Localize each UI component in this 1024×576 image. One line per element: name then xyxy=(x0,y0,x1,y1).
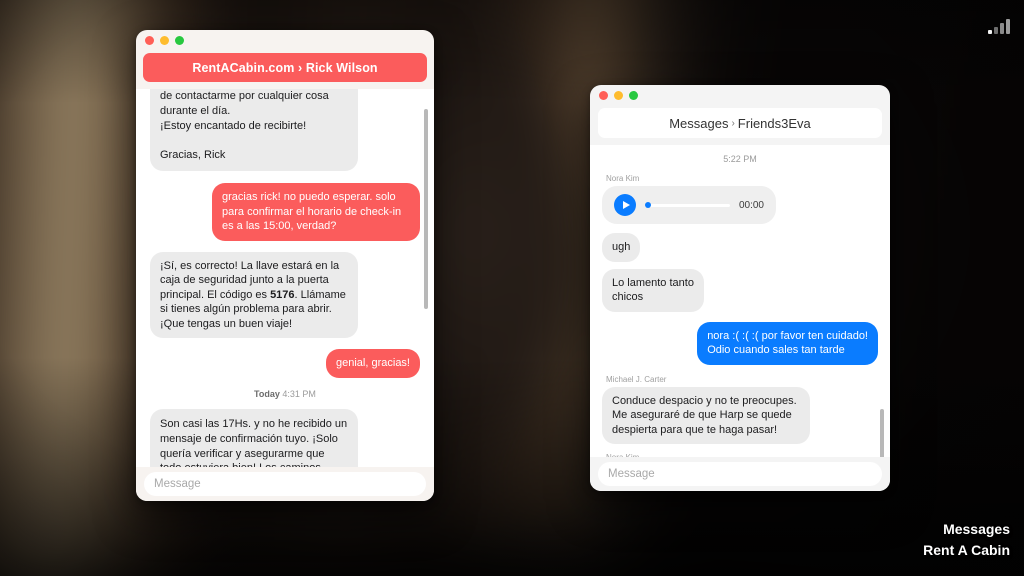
timestamp-time: 4:31 PM xyxy=(282,388,316,399)
audio-message-bubble[interactable]: 00:00 xyxy=(602,186,776,224)
play-icon[interactable] xyxy=(614,194,636,216)
conversation-header-rentacabin[interactable]: RentACabin.com › Rick Wilson xyxy=(143,53,427,82)
message-bubble-incoming: ¡Sí, es correcto! La llave estará en la … xyxy=(150,251,358,339)
signal-bar-1 xyxy=(994,27,998,34)
titlebar-friends3eva[interactable] xyxy=(590,85,890,106)
signal-bar-2 xyxy=(1000,23,1004,34)
header-thread-name: Friends3Eva xyxy=(737,115,811,131)
signal-bar-3 xyxy=(1006,19,1010,34)
message-bubble-incoming: Conduce despacio y no te preocupes. Me a… xyxy=(602,386,810,445)
composer-rentacabin[interactable]: Message xyxy=(136,467,434,501)
message-thread-friends3eva[interactable]: 5:22 PM Nora Kim 00:00 ugh Lo lamento ta… xyxy=(590,145,890,457)
message-bubble-incoming-clipped: de contactarme por cualquier cosa durant… xyxy=(150,89,358,172)
audio-progress-slider[interactable] xyxy=(645,202,730,208)
message-scroll-area[interactable]: de contactarme por cualquier cosa durant… xyxy=(136,89,434,467)
message-bubble-incoming: Lo lamento tanto chicos xyxy=(602,268,704,312)
titlebar-rentacabin[interactable] xyxy=(136,30,434,51)
conversation-title: RentACabin.com › Rick Wilson xyxy=(192,60,378,75)
message-bubble-incoming: ugh xyxy=(602,233,641,262)
play-triangle xyxy=(622,201,630,209)
sender-name: Michael J. Carter xyxy=(606,374,667,384)
message-code-value: 5176 xyxy=(270,288,295,301)
composer-friends3eva[interactable]: Message xyxy=(590,457,890,491)
message-bubble-outgoing: gracias rick! no puedo esperar. solo par… xyxy=(212,183,420,241)
message-bubble-incoming-last: Son casi las 17Hs. y no he recibido un m… xyxy=(150,408,358,467)
message-row-outgoing: gracias rick! no puedo esperar. solo par… xyxy=(150,183,420,241)
message-group-incoming: Michael J. Carter Conduce despacio y no … xyxy=(602,375,878,445)
message-row-incoming: ugh xyxy=(602,233,878,262)
message-row-incoming: Lo lamento tanto chicos xyxy=(602,268,878,312)
thread-scrollbar[interactable] xyxy=(424,109,428,309)
caption-line-rentacabin: Rent A Cabin xyxy=(923,542,1010,559)
message-input[interactable]: Message xyxy=(598,462,882,486)
close-button[interactable] xyxy=(145,36,154,45)
zoom-button[interactable] xyxy=(629,91,638,100)
message-group-audio: Nora Kim 00:00 xyxy=(602,174,878,224)
audio-progress-knob[interactable] xyxy=(645,202,651,208)
sender-name: Nora Kim xyxy=(606,174,640,183)
message-row-incoming: ¡Sí, es correcto! La llave estará en la … xyxy=(150,251,420,339)
desktop: RentACabin.com › Rick Wilson de contacta… xyxy=(0,0,1024,576)
message-row-incoming: Conduce despacio y no te preocupes. Me a… xyxy=(602,386,878,445)
audio-duration: 00:00 xyxy=(738,199,764,211)
sender-name: Nora Kim xyxy=(606,453,878,457)
header-app-name: Messages xyxy=(669,115,729,131)
timestamp-day: Today xyxy=(254,388,280,399)
minimize-button[interactable] xyxy=(160,36,169,45)
message-row-outgoing: genial, gracias! xyxy=(150,349,420,378)
message-bubble-outgoing: nora :( :( :( por favor ten cuidado! Odi… xyxy=(697,321,878,365)
signal-bars-icon xyxy=(988,16,1010,34)
message-input[interactable]: Message xyxy=(144,472,426,496)
close-button[interactable] xyxy=(599,91,608,100)
window-rentacabin[interactable]: RentACabin.com › Rick Wilson de contacta… xyxy=(136,30,434,501)
window-friends3eva[interactable]: Messages › Friends3Eva 5:22 PM Nora Kim xyxy=(590,85,890,491)
message-thread-rentacabin[interactable]: de contactarme por cualquier cosa durant… xyxy=(136,89,434,467)
message-bubble-outgoing: genial, gracias! xyxy=(326,349,420,378)
scene-caption: Messages Rent A Cabin xyxy=(923,519,1010,562)
signal-dot xyxy=(988,30,992,34)
timestamp-divider: 5:22 PM xyxy=(723,154,757,164)
message-scroll-area[interactable]: 5:22 PM Nora Kim 00:00 ugh Lo lamento ta… xyxy=(590,145,890,457)
minimize-button[interactable] xyxy=(614,91,623,100)
zoom-button[interactable] xyxy=(175,36,184,45)
conversation-header-friends3eva[interactable]: Messages › Friends3Eva xyxy=(598,108,882,138)
message-group-incoming: Nora Kim <3 XD <3 xyxy=(602,453,878,457)
timestamp-divider: Today 4:31 PM xyxy=(150,389,420,399)
thread-scrollbar[interactable] xyxy=(880,409,884,457)
caption-line-messages: Messages xyxy=(943,520,1010,537)
message-row-outgoing: nora :( :( :( por favor ten cuidado! Odi… xyxy=(602,321,878,365)
breadcrumb-separator-icon: › xyxy=(731,117,735,129)
